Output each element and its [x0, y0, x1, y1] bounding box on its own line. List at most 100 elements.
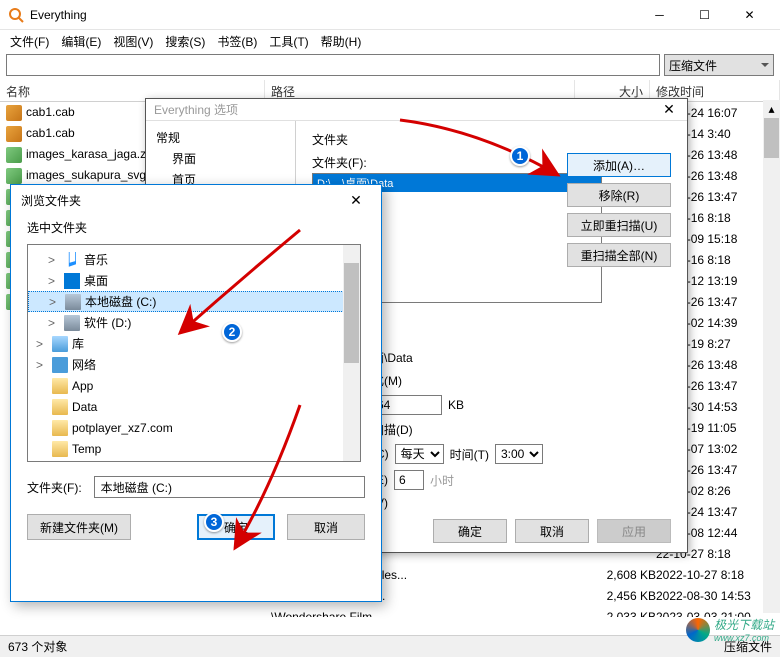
- folder-icon: [52, 420, 68, 436]
- browse-cancel-button[interactable]: 取消: [287, 514, 365, 540]
- window-title: Everything: [30, 8, 637, 22]
- tree-item-label: 网络: [72, 356, 96, 373]
- browse-close-button[interactable]: ✕: [341, 192, 371, 209]
- music-icon: [64, 252, 80, 268]
- file-path: \Wondershare Film...: [271, 610, 581, 618]
- drive-icon: [65, 294, 81, 310]
- remove-button[interactable]: 移除(R): [567, 183, 671, 207]
- options-cancel-button[interactable]: 取消: [515, 519, 589, 543]
- tree-item[interactable]: > 本地磁盘 (C:): [28, 291, 360, 312]
- browse-label: 选中文件夹: [11, 215, 381, 244]
- tree-item-label: App: [72, 379, 93, 393]
- cab-icon: [6, 126, 22, 142]
- menubar: 文件(F) 编辑(E) 视图(V) 搜索(S) 书签(B) 工具(T) 帮助(H…: [0, 30, 780, 52]
- file-size: 2,456 KB: [581, 589, 656, 603]
- watermark-url: www.xz7.com: [714, 633, 774, 643]
- freq-select[interactable]: 每天: [395, 444, 444, 464]
- chevron-down-icon: [761, 63, 769, 67]
- twisty-icon[interactable]: >: [36, 358, 48, 372]
- menu-edit[interactable]: 编辑(E): [55, 31, 107, 52]
- tree-item[interactable]: > 音乐: [28, 249, 360, 270]
- options-close-button[interactable]: ✕: [659, 101, 679, 118]
- tree-item[interactable]: > 桌面: [28, 270, 360, 291]
- rescan-now-button[interactable]: 立即重扫描(U): [567, 213, 671, 237]
- twisty-icon[interactable]: >: [48, 274, 60, 288]
- folder-icon: [52, 399, 68, 415]
- menu-bookmarks[interactable]: 书签(B): [211, 31, 263, 52]
- file-name: cab1.cab: [26, 105, 75, 119]
- add-button[interactable]: 添加(A)…: [567, 153, 671, 177]
- browse-ok-button[interactable]: 确定: [197, 514, 275, 540]
- watermark-text: 极光下载站: [714, 616, 774, 633]
- tree-item[interactable]: Temp: [28, 438, 360, 459]
- tree-item-label: 本地磁盘 (C:): [85, 293, 156, 310]
- lib-icon: [52, 336, 68, 352]
- tree-item-label: 软件 (D:): [84, 314, 131, 331]
- menu-search[interactable]: 搜索(S): [159, 31, 211, 52]
- minimize-button[interactable]: ─: [637, 0, 682, 30]
- maximize-button[interactable]: ☐: [682, 0, 727, 30]
- status-count: 673 个对象: [8, 638, 67, 655]
- time-label: 时间(T): [450, 446, 489, 463]
- file-size: 2,033 KB: [581, 610, 656, 618]
- options-heading: 文件夹: [312, 131, 671, 148]
- file-name: images_sukapura_svg.: [26, 168, 149, 182]
- tree-item[interactable]: App: [28, 375, 360, 396]
- browse-tree-scrollbar[interactable]: [343, 245, 360, 461]
- watermark: 极光下载站 www.xz7.com: [686, 616, 774, 643]
- scroll-thumb[interactable]: [764, 118, 779, 158]
- menu-tools[interactable]: 工具(T): [263, 31, 314, 52]
- filter-value: 压缩文件: [669, 57, 717, 74]
- tree-root[interactable]: 常规: [152, 127, 289, 148]
- twisty-icon[interactable]: >: [48, 253, 60, 267]
- tree-item[interactable]: > 软件 (D:): [28, 312, 360, 333]
- browse-field-label: 文件夹(F):: [27, 479, 82, 496]
- tree-item[interactable]: potplayer_xz7.com: [28, 417, 360, 438]
- twisty-icon[interactable]: >: [48, 316, 60, 330]
- options-apply-button[interactable]: 应用: [597, 519, 671, 543]
- scrollbar-vertical[interactable]: ▴: [763, 100, 780, 613]
- options-ok-button[interactable]: 确定: [433, 519, 507, 543]
- statusbar: 673 个对象 压缩文件: [0, 635, 780, 657]
- tree-item-label: 库: [72, 335, 84, 352]
- tree-item[interactable]: > 网络: [28, 354, 360, 375]
- tree-item-label: 音乐: [84, 251, 108, 268]
- menu-view[interactable]: 视图(V): [107, 31, 159, 52]
- size-unit: KB: [448, 398, 464, 412]
- scroll-up-icon[interactable]: ▴: [763, 100, 780, 117]
- filter-select[interactable]: 压缩文件: [664, 54, 774, 76]
- menu-help[interactable]: 帮助(H): [315, 31, 368, 52]
- tree-item[interactable]: >库: [28, 333, 360, 354]
- tree-item-label: Temp: [72, 442, 101, 456]
- browse-tree[interactable]: >音乐>桌面>本地磁盘 (C:)>软件 (D:)>库>网络AppDatapotp…: [27, 244, 361, 462]
- tree-item[interactable]: Data: [28, 396, 360, 417]
- file-size: 2,608 KB: [581, 568, 656, 582]
- new-folder-button[interactable]: 新建文件夹(M): [27, 514, 131, 540]
- app-icon: [8, 7, 24, 23]
- folder-icon: [52, 378, 68, 394]
- tree-ui[interactable]: 界面: [152, 148, 289, 169]
- tree-item-label: 桌面: [84, 272, 108, 289]
- twisty-icon[interactable]: >: [49, 295, 61, 309]
- file-row[interactable]: \Wondershare Film...2,033 KB2023-03-03 2…: [0, 606, 780, 617]
- main-titlebar: Everything ─ ☐ ✕: [0, 0, 780, 30]
- browse-title: 浏览文件夹: [21, 192, 341, 209]
- menu-file[interactable]: 文件(F): [4, 31, 55, 52]
- drive-icon: [64, 315, 80, 331]
- file-name: cab1.cab: [26, 126, 75, 140]
- file-date: 2022-10-27 8:18: [656, 568, 774, 582]
- e-input[interactable]: [394, 470, 424, 490]
- size-input[interactable]: [372, 395, 442, 415]
- browse-dialog: 浏览文件夹 ✕ 选中文件夹 >音乐>桌面>本地磁盘 (C:)>软件 (D:)>库…: [10, 184, 382, 602]
- close-button[interactable]: ✕: [727, 0, 772, 30]
- twisty-icon[interactable]: >: [36, 337, 48, 351]
- file-name: images_karasa_jaga.zi: [26, 147, 149, 161]
- rescan-all-button[interactable]: 重扫描全部(N): [567, 243, 671, 267]
- time-select[interactable]: 3:00: [495, 444, 543, 464]
- tree-item-label: Data: [72, 400, 97, 414]
- desktop-icon: [64, 273, 80, 289]
- zip-icon: [6, 168, 22, 184]
- browse-field-input[interactable]: [94, 476, 365, 498]
- zip-icon: [6, 147, 22, 163]
- search-input[interactable]: [6, 54, 660, 76]
